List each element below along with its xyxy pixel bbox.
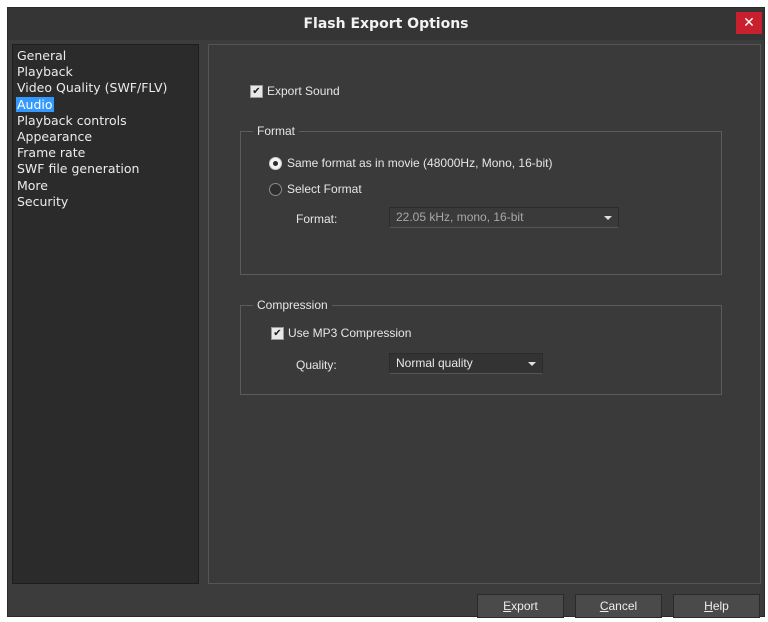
quality-field-label: Quality: (296, 358, 337, 372)
same-format-radio[interactable] (269, 157, 282, 170)
select-format-label[interactable]: Select Format (287, 182, 362, 196)
nav-item-appearance[interactable]: Appearance (13, 129, 198, 145)
check-icon: ✔ (273, 328, 282, 339)
quality-dropdown[interactable]: Normal quality (389, 353, 543, 374)
nav-item-more[interactable]: More (13, 178, 198, 194)
audio-settings-panel: ✔ Export Sound Format Same format as in … (208, 44, 761, 584)
nav-item-video-quality[interactable]: Video Quality (SWF/FLV) (13, 80, 198, 96)
chevron-down-icon (604, 216, 612, 220)
export-sound-checkbox[interactable]: ✔ (250, 85, 263, 98)
format-field-label: Format: (296, 212, 338, 226)
quality-dropdown-value: Normal quality (396, 356, 473, 370)
same-format-label[interactable]: Same format as in movie (48000Hz, Mono, … (287, 156, 552, 170)
flash-export-options-dialog: Flash Export Options ✕ General Playback … (7, 7, 765, 618)
export-button[interactable]: Export (477, 594, 564, 618)
select-format-radio[interactable] (269, 183, 282, 196)
format-group: Format Same format as in movie (48000Hz,… (240, 124, 722, 275)
mp3-compression-checkbox[interactable]: ✔ (271, 327, 284, 340)
title-bar[interactable]: Flash Export Options ✕ (8, 8, 764, 40)
export-sound-label[interactable]: Export Sound (267, 84, 340, 98)
nav-item-swf-file-generation[interactable]: SWF file generation (13, 161, 198, 177)
nav-item-playback[interactable]: Playback (13, 64, 198, 80)
format-dropdown[interactable]: 22.05 kHz, mono, 16-bit (389, 207, 619, 228)
dialog-title: Flash Export Options (303, 16, 469, 32)
help-button[interactable]: Help (673, 594, 760, 618)
compression-group-legend: Compression (253, 298, 332, 312)
nav-item-frame-rate[interactable]: Frame rate (13, 145, 198, 161)
chevron-down-icon (528, 362, 536, 366)
close-icon: ✕ (743, 15, 755, 31)
cancel-button[interactable]: Cancel (575, 594, 662, 618)
format-dropdown-value: 22.05 kHz, mono, 16-bit (396, 210, 524, 224)
check-icon: ✔ (252, 86, 261, 97)
settings-category-list[interactable]: General Playback Video Quality (SWF/FLV)… (12, 44, 199, 584)
close-button[interactable]: ✕ (736, 12, 762, 34)
nav-item-audio[interactable]: Audio (13, 96, 198, 113)
format-group-legend: Format (253, 124, 300, 138)
nav-item-general[interactable]: General (13, 48, 198, 64)
nav-item-playback-controls[interactable]: Playback controls (13, 113, 198, 129)
mp3-compression-label[interactable]: Use MP3 Compression (288, 326, 411, 340)
compression-group: Compression ✔ Use MP3 Compression Qualit… (240, 298, 722, 395)
nav-item-security[interactable]: Security (13, 194, 198, 210)
